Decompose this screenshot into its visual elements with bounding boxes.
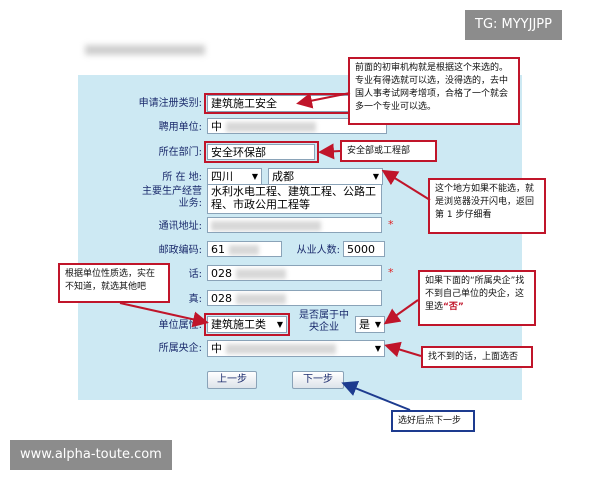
arrow-department xyxy=(318,143,341,160)
arrow-browser xyxy=(381,169,431,201)
arrow-central xyxy=(383,299,419,325)
watermark: www.alpha-toute.com xyxy=(10,440,172,470)
arrow-top xyxy=(296,92,351,109)
arrow-unit-type xyxy=(119,302,209,328)
arrow-next xyxy=(341,381,411,411)
arrow-cannot-find xyxy=(384,341,422,358)
callout-arrows xyxy=(119,92,431,411)
